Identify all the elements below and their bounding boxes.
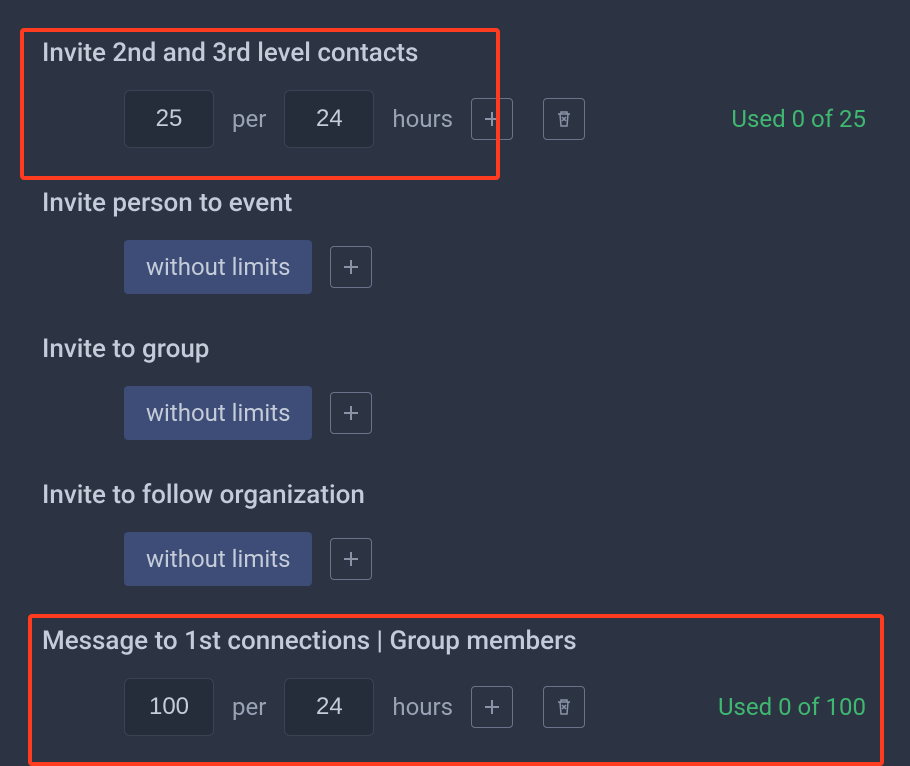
add-button[interactable]	[471, 686, 513, 728]
plus-icon	[343, 259, 359, 275]
button-row: Used 0 of 25	[471, 98, 872, 140]
limit-controls: per hours Used 0 of 25	[42, 90, 872, 148]
trash-icon	[556, 699, 572, 715]
plus-icon	[484, 111, 500, 127]
limit-group-invite-event: Invite person to event without limits	[0, 170, 910, 316]
add-button[interactable]	[330, 392, 372, 434]
plus-icon	[343, 405, 359, 421]
add-button[interactable]	[471, 98, 513, 140]
used-status: Used 0 of 25	[731, 105, 872, 133]
limit-controls: per hours Used 0 of 100	[42, 678, 872, 736]
button-row	[330, 246, 872, 288]
add-button[interactable]	[330, 246, 372, 288]
limit-group-message-1st-group: Message to 1st connections | Group membe…	[0, 608, 910, 758]
period-input[interactable]	[284, 678, 374, 736]
limit-title: Invite to follow organization	[42, 480, 872, 510]
used-status: Used 0 of 100	[718, 693, 872, 721]
trash-icon	[556, 111, 572, 127]
limit-title: Message to 1st connections | Group membe…	[42, 626, 872, 656]
hours-label: hours	[392, 693, 453, 721]
plus-icon	[484, 699, 500, 715]
without-limits-pill[interactable]: without limits	[124, 386, 312, 440]
limit-controls: without limits	[42, 386, 872, 440]
limit-group-invite-follow-org: Invite to follow organization without li…	[0, 462, 910, 608]
without-limits-pill[interactable]: without limits	[124, 240, 312, 294]
per-label: per	[232, 693, 266, 721]
button-row	[330, 538, 872, 580]
button-row	[330, 392, 872, 434]
limit-title: Invite 2nd and 3rd level contacts	[42, 38, 872, 68]
delete-button[interactable]	[543, 98, 585, 140]
limit-group-invite-2nd-3rd: Invite 2nd and 3rd level contacts per ho…	[0, 20, 910, 170]
add-button[interactable]	[330, 538, 372, 580]
without-limits-pill[interactable]: without limits	[124, 532, 312, 586]
plus-icon	[343, 551, 359, 567]
hours-label: hours	[392, 105, 453, 133]
delete-button[interactable]	[543, 686, 585, 728]
limit-controls: without limits	[42, 532, 872, 586]
limit-title: Invite person to event	[42, 188, 872, 218]
amount-input[interactable]	[124, 678, 214, 736]
limit-group-invite-group: Invite to group without limits	[0, 316, 910, 462]
button-row: Used 0 of 100	[471, 686, 872, 728]
per-label: per	[232, 105, 266, 133]
limit-controls: without limits	[42, 240, 872, 294]
amount-input[interactable]	[124, 90, 214, 148]
period-input[interactable]	[284, 90, 374, 148]
limit-title: Invite to group	[42, 334, 872, 364]
